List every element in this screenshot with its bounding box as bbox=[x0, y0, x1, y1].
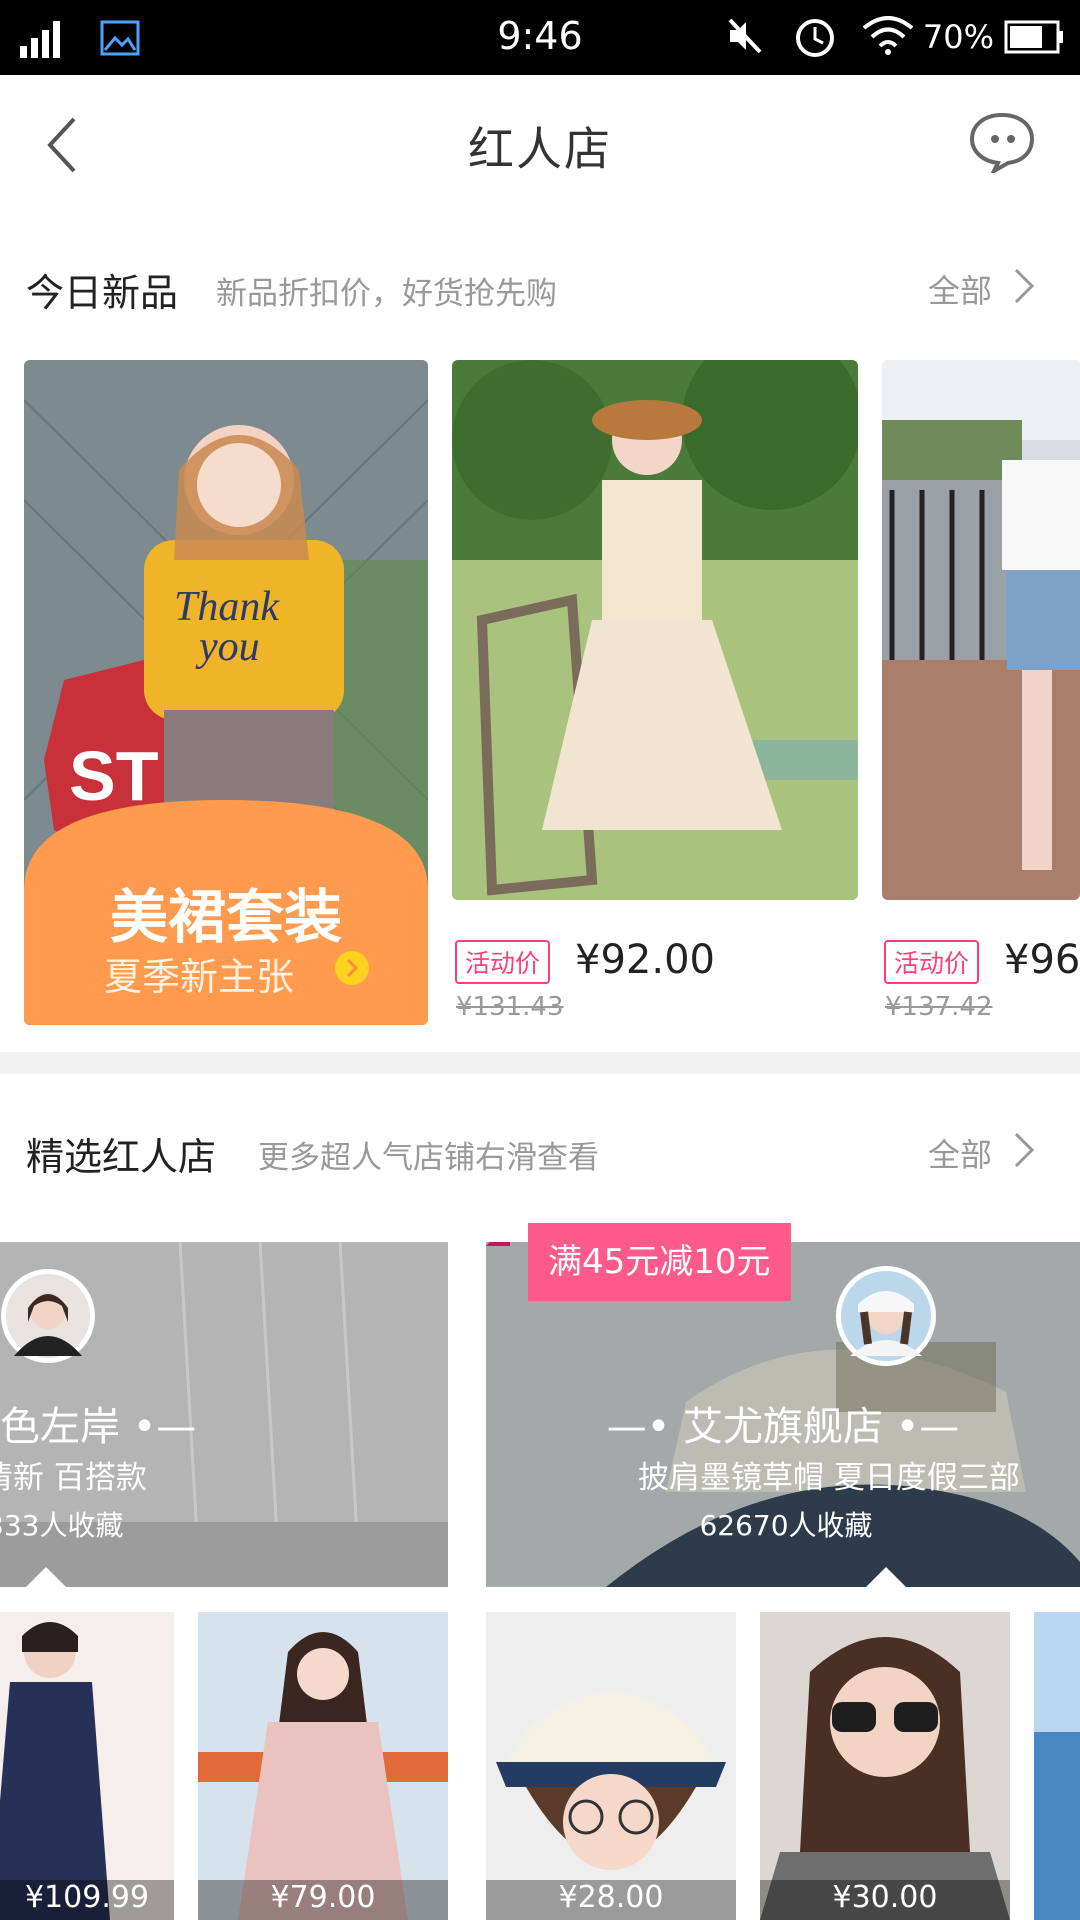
section-divider bbox=[0, 1052, 1080, 1074]
shop-name: 蓝色左岸 •— bbox=[0, 1404, 197, 1450]
product-thumb-5[interactable] bbox=[1034, 1612, 1080, 1920]
product-card-1[interactable] bbox=[452, 360, 858, 900]
chevron-right-icon[interactable] bbox=[1012, 1130, 1038, 1170]
promo-badge: 满45元减10元 bbox=[528, 1223, 791, 1301]
product-image bbox=[198, 1612, 448, 1920]
avatar bbox=[1, 1269, 95, 1363]
battery-icon bbox=[1004, 20, 1063, 54]
featured-shops-subtitle: 更多超人气店铺右滑查看 bbox=[258, 1140, 599, 1176]
shop-favorites: 333人收藏 bbox=[0, 1509, 124, 1542]
shop-description: 披肩墨镜草帽 夏日度假三部 bbox=[638, 1460, 1020, 1496]
pointer-notch bbox=[866, 1567, 906, 1587]
featured-shops-all-link[interactable]: 全部 bbox=[928, 1130, 992, 1176]
thumb-price: ¥79.00 bbox=[198, 1880, 448, 1920]
pointer-notch bbox=[26, 1567, 66, 1587]
wifi-icon bbox=[862, 16, 914, 55]
banner-title: 美裙套装 bbox=[109, 883, 342, 951]
svg-text:you: you bbox=[195, 624, 260, 670]
product-image bbox=[760, 1612, 1010, 1920]
shop-favorites: 62670人收藏 bbox=[699, 1509, 873, 1542]
mute-icon bbox=[728, 18, 762, 54]
product-thumb-2[interactable] bbox=[198, 1612, 448, 1920]
thumb-price: ¥30.00 bbox=[760, 1880, 1010, 1920]
product-price: ¥92.00 bbox=[575, 937, 715, 983]
page-title: 红人店 bbox=[468, 122, 612, 176]
product-image bbox=[1034, 1612, 1080, 1920]
promo-ribbon-fold bbox=[486, 1242, 510, 1246]
activity-price-tag: 活动价 bbox=[455, 940, 551, 984]
shop-description: 清新 百搭款 bbox=[0, 1460, 147, 1496]
product-price: ¥96. bbox=[1004, 937, 1080, 983]
product-old-price: ¥137.42 bbox=[885, 992, 993, 1022]
featured-shops-title: 精选红人店 bbox=[26, 1135, 217, 1179]
product-image bbox=[452, 360, 858, 900]
banner-subtitle: 夏季新主张 bbox=[104, 955, 295, 999]
clock: 9:46 bbox=[497, 14, 583, 58]
product-old-price: ¥131.43 bbox=[456, 992, 564, 1022]
product-image bbox=[486, 1612, 736, 1920]
product-card-2[interactable] bbox=[882, 360, 1080, 900]
avatar bbox=[836, 1266, 936, 1366]
message-icon[interactable] bbox=[968, 111, 1036, 173]
chevron-right-icon[interactable] bbox=[1012, 266, 1038, 306]
product-image bbox=[882, 360, 1080, 900]
app-header: 红人店 bbox=[0, 75, 1080, 210]
promo-banner-card[interactable]: ST Thank you 美裙套装 夏季新主张 bbox=[24, 360, 428, 1025]
product-thumb-3[interactable] bbox=[486, 1612, 736, 1920]
product-thumb-4[interactable] bbox=[760, 1612, 1010, 1920]
product-thumb-1[interactable] bbox=[0, 1612, 174, 1920]
thumb-price: ¥28.00 bbox=[486, 1880, 736, 1920]
new-today-title: 今日新品 bbox=[26, 271, 179, 315]
arrow-circle-icon bbox=[335, 951, 369, 985]
shop-name: —• 艾尤旗舰店 •— bbox=[606, 1404, 960, 1450]
alarm-icon bbox=[796, 19, 834, 57]
new-today-all-link[interactable]: 全部 bbox=[928, 266, 992, 312]
status-bar: 9:46 70% bbox=[0, 0, 1080, 75]
battery-percent: 70% bbox=[922, 18, 994, 56]
new-today-subtitle: 新品折扣价，好货抢先购 bbox=[216, 276, 557, 312]
activity-price-tag: 活动价 bbox=[884, 940, 980, 984]
shop-card-1[interactable]: 蓝色左岸 •— 清新 百搭款 333人收藏 bbox=[0, 1242, 448, 1587]
thumb-price: ¥109.99 bbox=[0, 1880, 174, 1920]
product-image bbox=[0, 1612, 174, 1920]
